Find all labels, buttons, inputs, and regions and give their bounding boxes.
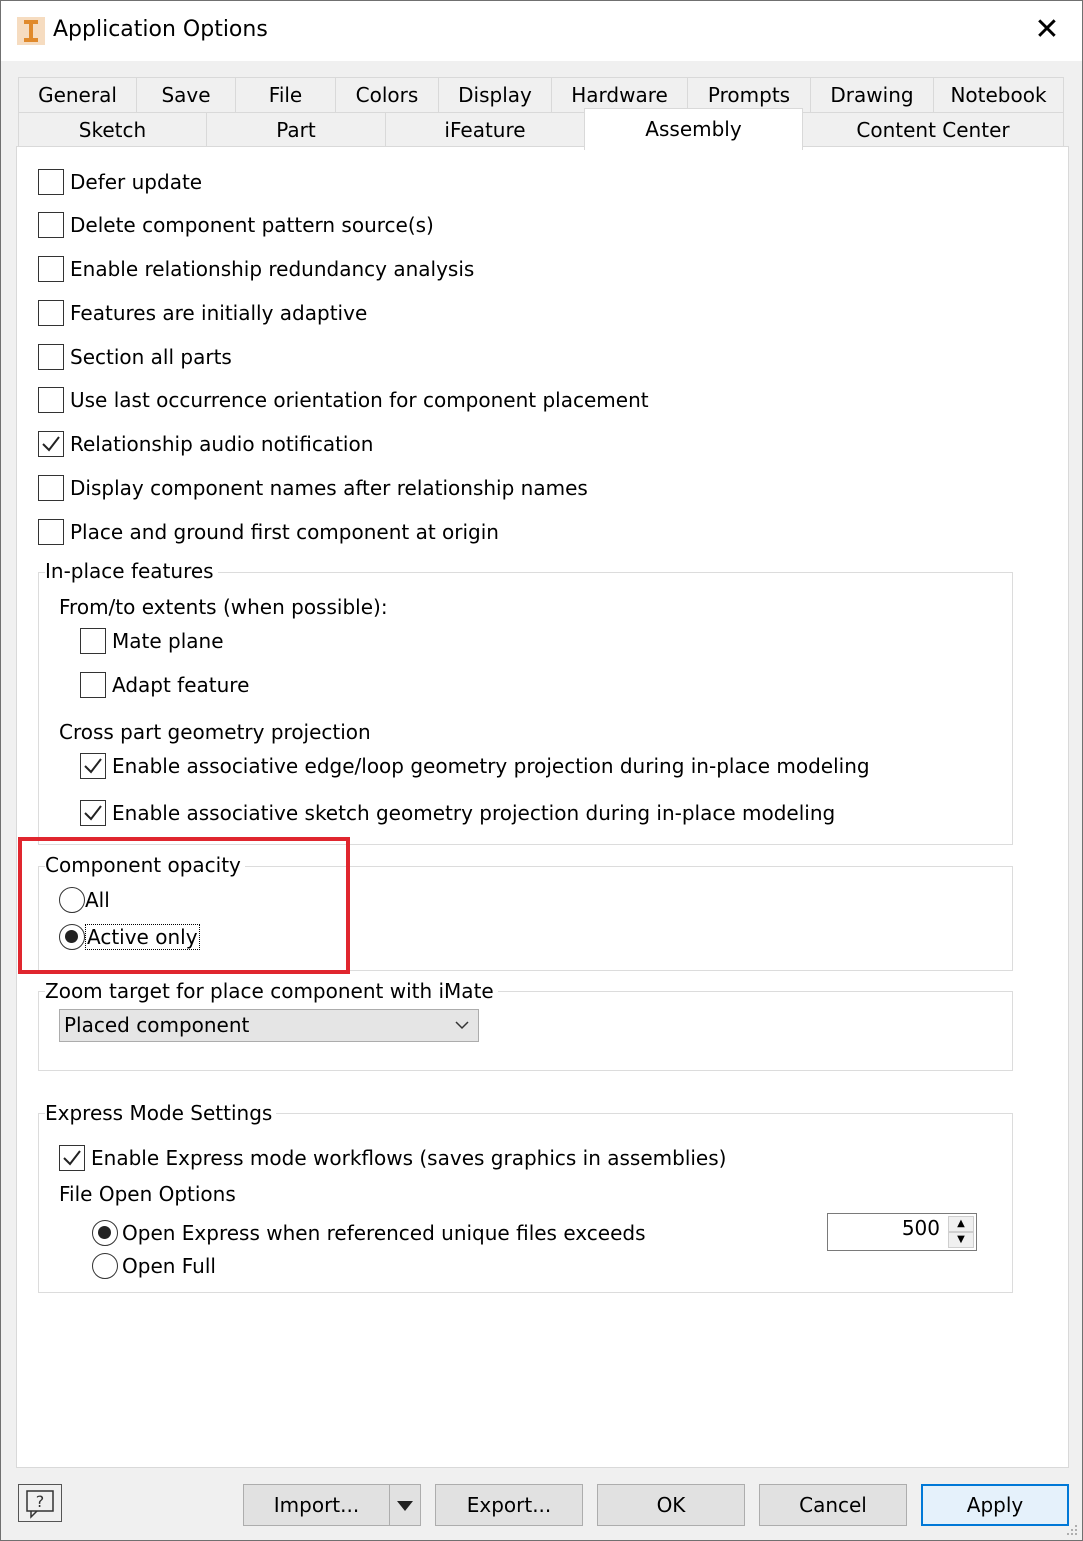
import-button[interactable]: Import... xyxy=(243,1484,390,1526)
checkmark-icon xyxy=(84,805,102,821)
tab-colors[interactable]: Colors xyxy=(335,77,439,113)
close-icon[interactable]: ✕ xyxy=(1032,13,1062,47)
option-label: Defer update xyxy=(70,170,203,194)
checkbox[interactable] xyxy=(38,256,64,282)
option-label: Enable relationship redundancy analysis xyxy=(70,257,475,281)
option-label: Use last occurrence orientation for comp… xyxy=(70,388,649,412)
option-label: Enable Express mode workflows (saves gra… xyxy=(91,1146,727,1170)
checkbox[interactable] xyxy=(80,672,106,698)
tab-row-1: General Save File Colors Display Hardwar… xyxy=(18,77,1064,113)
extents-label: From/to extents (when possible): xyxy=(59,595,388,619)
title-bar: Application Options ✕ xyxy=(1,1,1082,61)
svg-text:?: ? xyxy=(36,1492,45,1511)
enable-express-option[interactable]: Enable Express mode workflows (saves gra… xyxy=(59,1143,726,1173)
section-all-parts-option[interactable]: Section all parts xyxy=(38,342,232,372)
option-label: Delete component pattern source(s) xyxy=(70,213,434,237)
inventor-app-icon xyxy=(17,17,45,45)
tab-general[interactable]: General xyxy=(18,77,137,113)
tab-sketch[interactable]: Sketch xyxy=(18,112,207,148)
spin-down-icon[interactable]: ▼ xyxy=(948,1232,974,1248)
open-full-option[interactable]: Open Full xyxy=(92,1251,216,1281)
group-title: In-place features xyxy=(45,559,218,583)
adapt-feature-option[interactable]: Adapt feature xyxy=(80,670,249,700)
audio-notification-option[interactable]: Relationship audio notification xyxy=(38,429,373,459)
option-label: Section all parts xyxy=(70,345,232,369)
option-label: Display component names after relationsh… xyxy=(70,476,588,500)
component-names-option[interactable]: Display component names after relationsh… xyxy=(38,473,588,503)
tab-content-center[interactable]: Content Center xyxy=(802,112,1064,148)
option-label: Open Express when referenced unique file… xyxy=(122,1221,646,1245)
checkbox[interactable] xyxy=(38,475,64,501)
checkbox-checked[interactable] xyxy=(38,431,64,457)
checkmark-icon xyxy=(63,1150,81,1166)
cross-part-label: Cross part geometry projection xyxy=(59,720,371,744)
radio-button-selected[interactable] xyxy=(92,1220,118,1246)
dropdown-value: Placed component xyxy=(64,1013,250,1037)
tab-file[interactable]: File xyxy=(235,77,336,113)
option-label: Mate plane xyxy=(112,629,224,653)
export-button[interactable]: Export... xyxy=(435,1484,583,1526)
spin-up-icon[interactable]: ▲ xyxy=(948,1216,974,1232)
tab-assembly[interactable]: Assembly xyxy=(584,108,803,150)
mate-plane-option[interactable]: Mate plane xyxy=(80,626,224,656)
features-adaptive-option[interactable]: Features are initially adaptive xyxy=(38,298,367,328)
option-label: Enable associative edge/loop geometry pr… xyxy=(112,754,870,778)
tab-drawing[interactable]: Drawing xyxy=(810,77,934,113)
tab-part[interactable]: Part xyxy=(206,112,386,148)
option-label: Place and ground first component at orig… xyxy=(70,520,499,544)
last-occurrence-orientation-option[interactable]: Use last occurrence orientation for comp… xyxy=(38,385,649,415)
checkbox[interactable] xyxy=(38,169,64,195)
sketch-projection-option[interactable]: Enable associative sketch geometry proje… xyxy=(80,798,835,828)
checkmark-icon xyxy=(42,436,60,452)
option-label: Enable associative sketch geometry proje… xyxy=(112,801,836,825)
help-icon[interactable]: ? xyxy=(18,1484,62,1522)
redundancy-analysis-option[interactable]: Enable relationship redundancy analysis xyxy=(38,254,474,284)
checkbox[interactable] xyxy=(80,628,106,654)
file-open-options-label: File Open Options xyxy=(59,1182,236,1206)
group-title: Express Mode Settings xyxy=(45,1101,277,1125)
defer-update-option[interactable]: Defer update xyxy=(38,167,202,197)
tab-notebook[interactable]: Notebook xyxy=(933,77,1064,113)
spinner-value[interactable]: 500 xyxy=(902,1216,940,1240)
triangle-down-icon xyxy=(397,1501,413,1511)
checkbox-checked[interactable] xyxy=(59,1145,85,1171)
option-label: Features are initially adaptive xyxy=(70,301,368,325)
option-label: Open Full xyxy=(122,1254,216,1278)
checkbox[interactable] xyxy=(38,344,64,370)
tab-save[interactable]: Save xyxy=(136,77,236,113)
option-label: Relationship audio notification xyxy=(70,432,374,456)
open-express-option[interactable]: Open Express when referenced unique file… xyxy=(92,1218,646,1248)
resize-grip-icon[interactable] xyxy=(1064,1522,1078,1536)
delete-pattern-source-option[interactable]: Delete component pattern source(s) xyxy=(38,210,434,240)
import-dropdown-button[interactable] xyxy=(389,1484,421,1526)
window-title: Application Options xyxy=(53,17,268,42)
checkmark-icon xyxy=(84,758,102,774)
tab-row-2: Sketch Part iFeature Assembly Content Ce… xyxy=(18,108,1064,150)
checkbox[interactable] xyxy=(38,519,64,545)
checkbox[interactable] xyxy=(38,387,64,413)
ground-first-component-option[interactable]: Place and ground first component at orig… xyxy=(38,517,499,547)
apply-button[interactable]: Apply xyxy=(921,1484,1069,1526)
edge-loop-projection-option[interactable]: Enable associative edge/loop geometry pr… xyxy=(80,751,870,781)
application-options-dialog: Application Options ✕ General Save File … xyxy=(0,0,1083,1541)
tab-ifeature[interactable]: iFeature xyxy=(385,112,585,148)
checkbox[interactable] xyxy=(38,212,64,238)
threshold-spinner[interactable]: 500 ▲ ▼ xyxy=(827,1213,977,1251)
checkbox[interactable] xyxy=(38,300,64,326)
ok-button[interactable]: OK xyxy=(597,1484,745,1526)
checkbox-checked[interactable] xyxy=(80,753,106,779)
chevron-down-icon xyxy=(454,1010,470,1051)
cancel-button[interactable]: Cancel xyxy=(759,1484,907,1526)
zoom-target-dropdown[interactable]: Placed component xyxy=(59,1009,479,1042)
group-title: Zoom target for place component with iMa… xyxy=(45,979,498,1003)
highlight-box xyxy=(18,837,350,974)
radio-button[interactable] xyxy=(92,1253,118,1279)
tab-display[interactable]: Display xyxy=(438,77,552,113)
checkbox-checked[interactable] xyxy=(80,800,106,826)
option-label: Adapt feature xyxy=(112,673,250,697)
